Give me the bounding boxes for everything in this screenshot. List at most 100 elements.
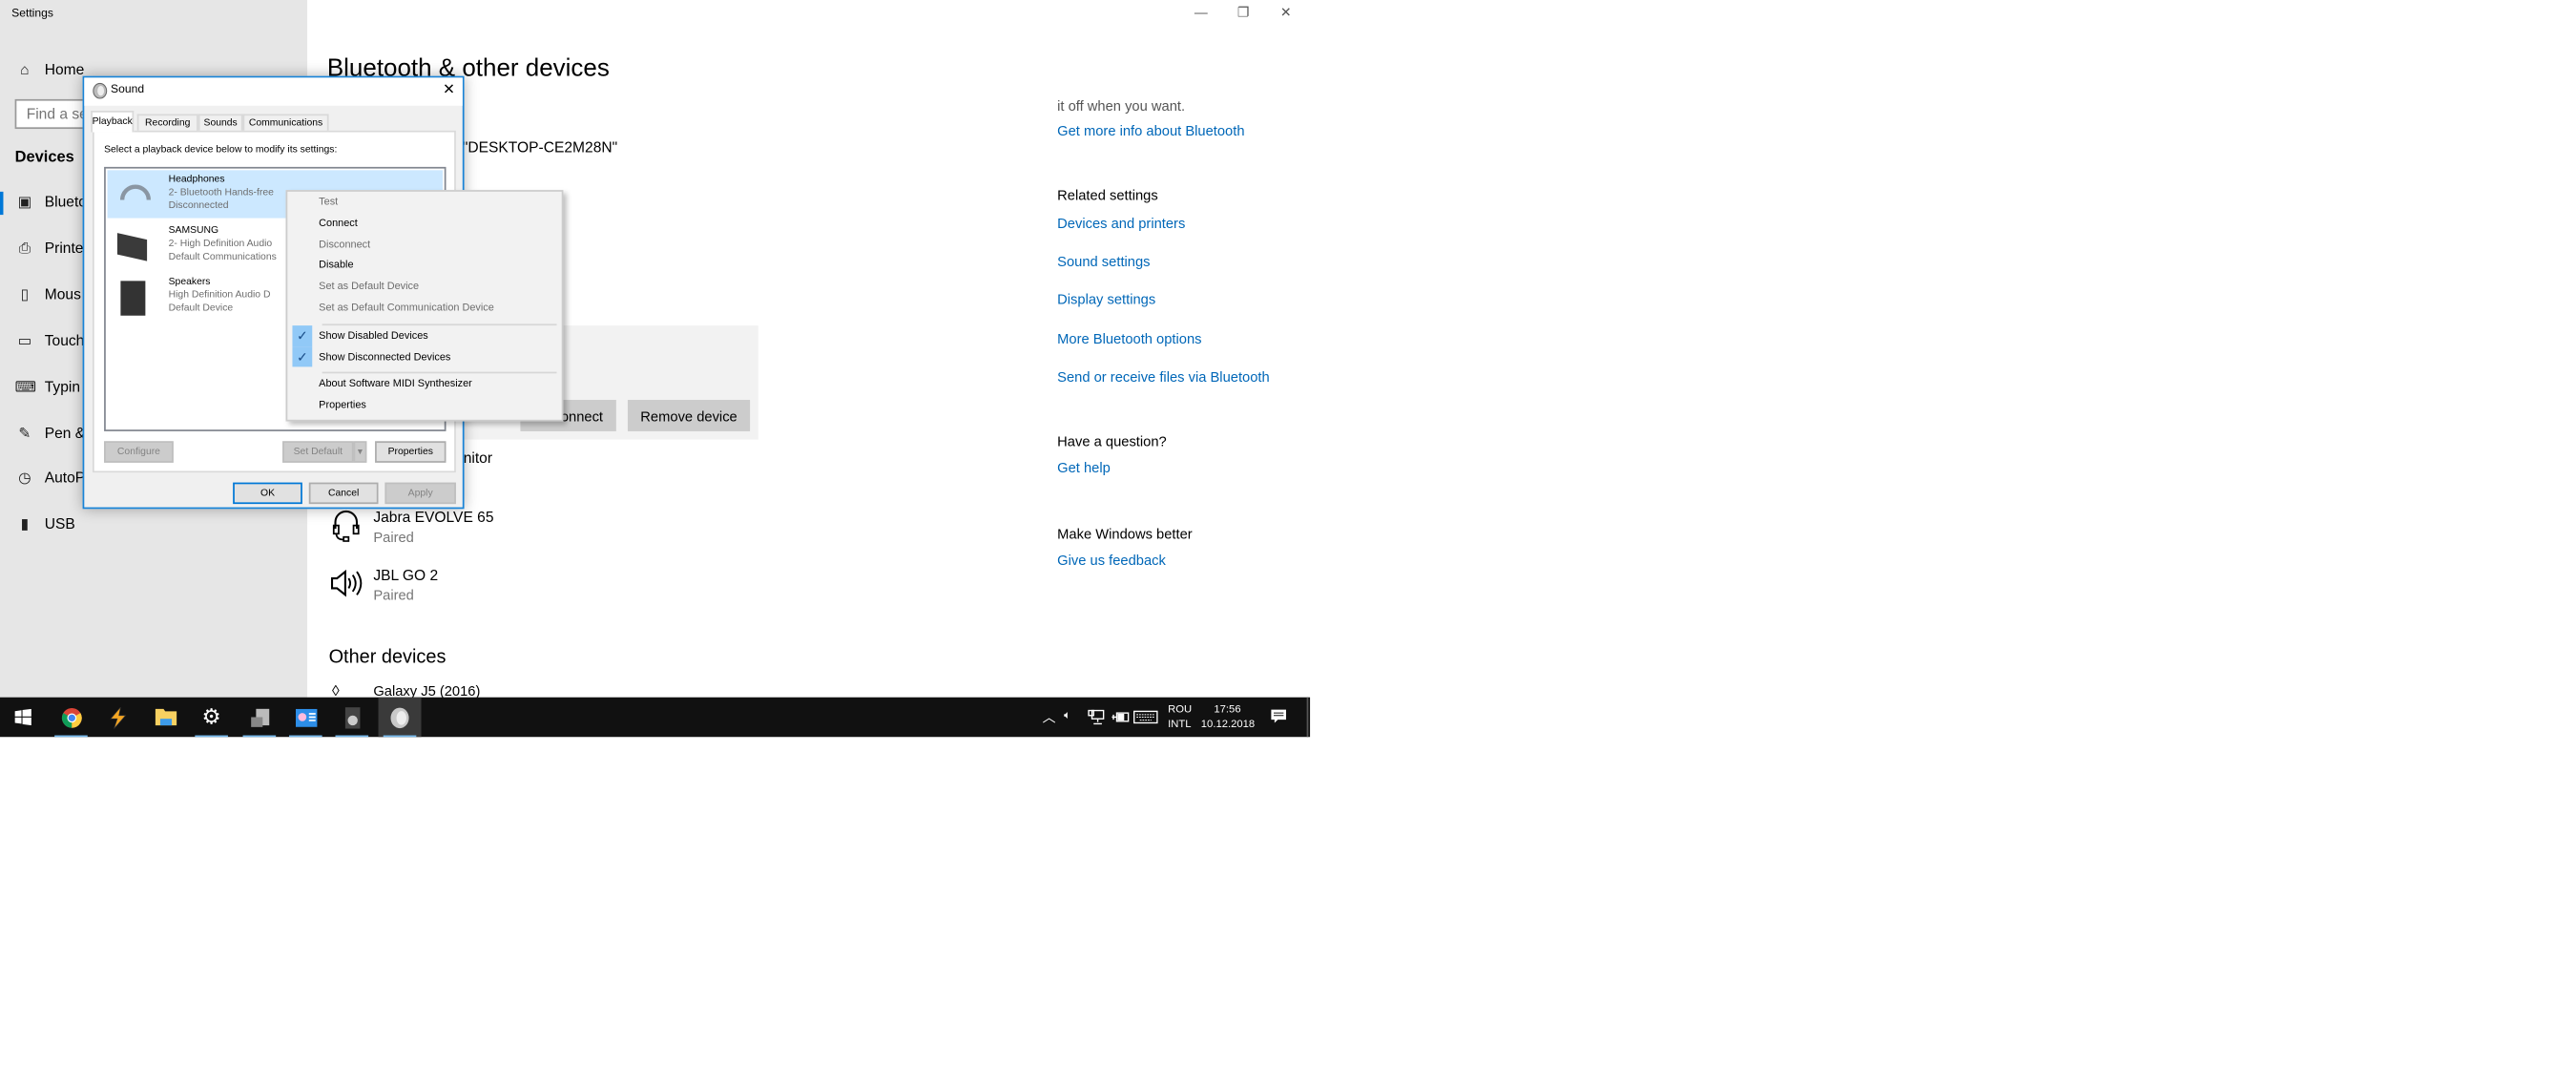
show-hidden-icons-chevron-icon[interactable]: ︿ [1043, 698, 1056, 738]
clock[interactable]: 17:56 10.12.2018 [1201, 702, 1255, 732]
device-driver: 2- Bluetooth Hands-free [168, 188, 274, 198]
touchpad-icon: ▭ [17, 331, 32, 348]
usb-icon: ▮ [20, 515, 30, 533]
autoplay-icon: ◷ [18, 470, 31, 487]
action-center-icon[interactable] [1271, 709, 1287, 725]
menu-item[interactable]: About Software MIDI Synthesizer [319, 379, 472, 390]
device-status: Paired [373, 586, 414, 603]
tab-communications[interactable]: Communications [242, 114, 329, 133]
close-button[interactable]: ✕ [1280, 5, 1292, 20]
related-settings-link[interactable]: Send or receive files via Bluetooth [1057, 368, 1270, 385]
home-icon: ⌂ [20, 61, 30, 78]
settings-taskbar-icon[interactable]: ⚙ [190, 698, 233, 738]
context-menu: Test Connect Disconnect Disable Set as Defau… [285, 190, 564, 422]
sidebar-item-label: AutoP [44, 470, 86, 487]
device-status: Paired [373, 529, 414, 546]
running-indicator [54, 734, 88, 738]
sound-taskbar-icon[interactable] [378, 697, 422, 738]
sidebar-item-label: USB [44, 515, 75, 533]
device-default-icon [120, 281, 146, 316]
device-status: Default Communications [168, 252, 277, 263]
related-settings-link[interactable]: Display settings [1057, 291, 1155, 307]
checkmark-icon: ✓ [292, 346, 313, 367]
show-desktop-button[interactable] [1306, 697, 1309, 738]
dialog-title: Sound [111, 84, 145, 96]
input-language-indicator[interactable]: ROU INTL [1168, 702, 1192, 732]
clock-time: 17:56 [1214, 703, 1241, 716]
bluetooth-info-link[interactable]: Get more info about Bluetooth [1057, 122, 1244, 138]
related-settings-link[interactable]: More Bluetooth options [1057, 330, 1201, 346]
intro-text: it off when you want. [1057, 97, 1186, 115]
control-panel-taskbar-icon[interactable] [284, 698, 327, 738]
feedback-link[interactable]: Give us feedback [1057, 552, 1166, 568]
set-default-dropdown-icon[interactable]: ▼ [353, 441, 367, 463]
start-taskbar-icon[interactable] [2, 698, 45, 738]
question-heading: Have a question? [1057, 432, 1167, 449]
keyboard-layout: INTL [1168, 719, 1192, 731]
tab-sounds[interactable]: Sounds [197, 114, 243, 133]
pen-icon: ✎ [18, 424, 31, 441]
sound-device-taskbar-icon[interactable] [330, 698, 373, 738]
device-manager-taskbar-icon[interactable] [238, 698, 280, 738]
sidebar-home[interactable]: Home [45, 61, 85, 77]
properties-button[interactable]: Properties [375, 441, 447, 463]
volume-icon[interactable]: 🔈︎ [1064, 698, 1070, 738]
running-indicator [383, 734, 417, 738]
remove-device-button[interactable]: Remove device [627, 400, 751, 431]
device-communications-icon [116, 233, 148, 261]
file-explorer-taskbar-icon[interactable] [144, 698, 187, 738]
speaker-icon [330, 569, 363, 597]
printer-icon: ⎙ [18, 239, 31, 257]
checkmark-icon: ✓ [292, 325, 313, 347]
configure-button[interactable]: Configure [104, 441, 174, 463]
related-settings-link[interactable]: Devices and printers [1057, 215, 1185, 231]
running-indicator [242, 734, 277, 738]
tab-recording[interactable]: Recording [136, 114, 198, 133]
taskbar: ⚙ ︿ 🔈︎ ROU INTL 17:56 10.12.2018 [0, 697, 1311, 738]
device-driver: High Definition Audio D [168, 290, 271, 302]
mouse-icon: ▯ [20, 285, 30, 303]
device-status: Default Device [168, 303, 234, 314]
device-driver: 2- High Definition Audio [168, 240, 273, 250]
dialog-titlebar: Sound ✕ [84, 77, 463, 106]
related-settings-heading: Related settings [1057, 186, 1158, 203]
winamp-taskbar-icon[interactable] [95, 698, 138, 738]
device-name[interactable]: Jabra EVOLVE 65 [373, 509, 493, 525]
minimize-button[interactable]: — [1195, 5, 1208, 20]
related-settings-link[interactable]: Sound settings [1057, 253, 1150, 269]
apply-button[interactable]: Apply [384, 482, 456, 505]
chrome-taskbar-icon[interactable] [50, 698, 93, 738]
menu-item[interactable]: Set as Default Communication Device [319, 303, 494, 314]
device-name[interactable]: JBL GO 2 [373, 567, 438, 583]
sidebar-item-label: Mous [44, 285, 81, 303]
restore-button[interactable]: ❐ [1237, 5, 1249, 20]
sidebar-item-label: Printe [44, 239, 84, 257]
feedback-heading: Make Windows better [1057, 525, 1193, 542]
menu-item-checkbox[interactable]: Show Disabled Devices [319, 330, 428, 342]
menu-item[interactable]: Set as Default Device [319, 282, 419, 293]
menu-item[interactable]: Disconnect [319, 239, 370, 250]
set-default-button[interactable]: Set Default [282, 441, 354, 463]
discoverable-name: "DESKTOP-CE2M28N" [462, 138, 618, 156]
ok-button[interactable]: OK [233, 482, 302, 505]
tab-playback[interactable]: Playback [91, 111, 135, 133]
get-help-link[interactable]: Get help [1057, 459, 1111, 475]
menu-item[interactable]: Disable [319, 261, 353, 272]
screen: Settings ⌂ Home Devices ▣ Blueto ⎙ Printe ▯ M… [0, 0, 1311, 738]
menu-item[interactable]: Connect [319, 218, 358, 229]
sound-icon [93, 82, 108, 99]
running-indicator [335, 734, 369, 738]
battery-icon[interactable] [1111, 711, 1130, 724]
touch-keyboard-icon[interactable] [1132, 710, 1158, 724]
keyboard-icon: ⌨ [14, 377, 37, 395]
sidebar-item[interactable]: ▮ USB [0, 516, 307, 539]
menu-item[interactable]: Properties [319, 400, 366, 411]
headset-icon [332, 510, 360, 542]
menu-item[interactable]: Test [319, 197, 338, 208]
device-name: Speakers [168, 277, 211, 288]
sidebar-item-label: Blueto [44, 193, 87, 210]
menu-item-checkbox[interactable]: Show Disconnected Devices [319, 352, 450, 364]
cancel-button[interactable]: Cancel [308, 482, 379, 505]
network-icon[interactable] [1087, 709, 1105, 725]
dialog-close-button[interactable]: ✕ [443, 81, 455, 99]
